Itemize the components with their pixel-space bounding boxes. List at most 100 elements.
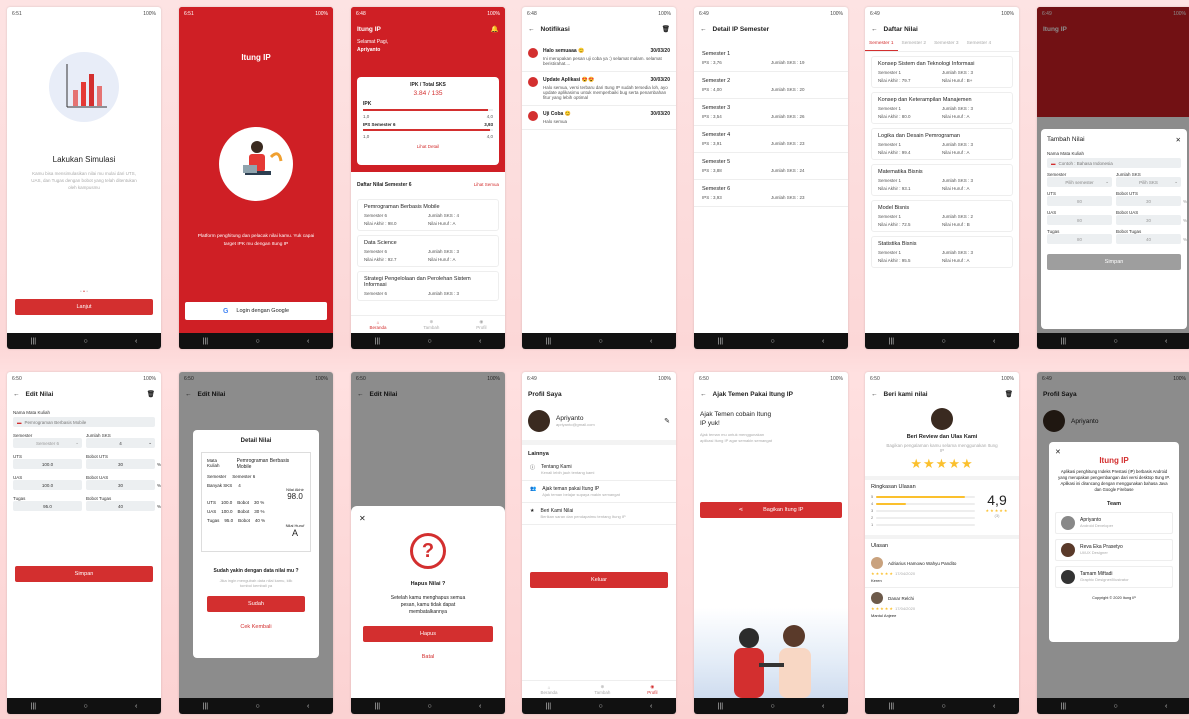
home-button[interactable]: ○ xyxy=(427,703,431,710)
home-button[interactable]: ○ xyxy=(941,703,945,710)
list-item[interactable]: Konsep Sistem dan Teknologi Informasi Sem… xyxy=(871,56,1013,88)
trash-icon[interactable]: 🗑 xyxy=(1005,390,1013,398)
home-button[interactable]: ○ xyxy=(941,338,945,345)
uts-input[interactable]: 80 xyxy=(1047,196,1112,206)
save-button[interactable]: Simpan xyxy=(15,566,153,582)
home-button[interactable]: ○ xyxy=(770,338,774,345)
home-button[interactable]: ○ xyxy=(83,703,87,710)
list-item[interactable]: Semester 3 IPS : 3,54 Jumlah SKS : 26 xyxy=(694,99,848,126)
list-item[interactable]: Semester 4 IPS : 3,91 Jumlah SKS : 23 xyxy=(694,126,848,153)
back-arrow-icon[interactable]: ← xyxy=(700,391,707,398)
home-button[interactable]: ○ xyxy=(255,703,259,710)
home-button[interactable]: ○ xyxy=(598,338,602,345)
uts-input[interactable]: 100.0 xyxy=(13,459,82,469)
back-button[interactable]: ‹ xyxy=(307,703,309,710)
nav-beranda[interactable]: ⌂ Beranda xyxy=(369,320,386,330)
confirm-button[interactable]: Sudah xyxy=(207,596,305,612)
home-button[interactable]: ○ xyxy=(1113,338,1117,345)
trash-icon[interactable]: 🗑 xyxy=(147,390,155,398)
home-button[interactable]: ○ xyxy=(255,338,259,345)
uas-input[interactable]: 80 xyxy=(1047,215,1112,225)
back-button[interactable]: ‹ xyxy=(993,338,995,345)
list-item[interactable]: Logika dan Desain Pemrograman Semester 1 J… xyxy=(871,128,1013,160)
uts-weight-input[interactable]: 30% xyxy=(86,459,161,469)
tab-semester-1[interactable]: Semester 1 xyxy=(865,37,898,51)
back-button[interactable]: ‹ xyxy=(135,338,137,345)
list-item[interactable]: Semester 2 IPS : 4,00 Jumlah SKS : 20 xyxy=(694,72,848,99)
tugas-input[interactable]: 80 xyxy=(1047,234,1112,244)
invite-friends-item[interactable]: 👥 Ajak teman pakai Itung IP Ajak teman bel… xyxy=(522,481,676,503)
back-button[interactable]: ‹ xyxy=(650,338,652,345)
home-button[interactable]: ○ xyxy=(598,703,602,710)
list-item[interactable]: Semester 1 IPS : 3,76 Jumlah SKS : 19 xyxy=(694,45,848,72)
list-item[interactable]: Pemrograman Berbasis Mobile Semester 6 Jum… xyxy=(357,199,499,231)
recheck-button[interactable]: Cek Kembali xyxy=(201,624,311,630)
back-button[interactable]: ‹ xyxy=(650,703,652,710)
recents-button[interactable]: ||| xyxy=(375,338,380,345)
nav-profil[interactable]: ◉ Profil xyxy=(476,319,486,330)
list-item[interactable]: Model Bisnis Semester 1 Jumlah SKS : 2 Nila… xyxy=(871,200,1013,232)
recents-button[interactable]: ||| xyxy=(1061,703,1066,710)
recents-button[interactable]: ||| xyxy=(31,338,36,345)
nav-tambah[interactable]: ⊕ Tambah xyxy=(594,684,610,695)
rating-stars-input[interactable]: ★★★★★ xyxy=(865,456,1019,472)
recents-button[interactable]: ||| xyxy=(203,338,208,345)
sks-select[interactable]: 4 ⌄ xyxy=(86,438,155,448)
sks-select[interactable]: Pilih SKS ⌄ xyxy=(1116,177,1181,187)
recents-button[interactable]: ||| xyxy=(718,338,723,345)
list-item[interactable]: Update Aplikasi 😍😍 30/03/20 Halo semua, ve… xyxy=(522,72,676,106)
list-item[interactable]: Halo semuaaa 😊 30/03/20 Ini merupakan pesa… xyxy=(522,43,676,72)
back-button[interactable]: ‹ xyxy=(822,703,824,710)
recents-button[interactable]: ||| xyxy=(546,703,551,710)
about-us-item[interactable]: ⓘ Tentang Kami Kenali lebih jauh tentang k… xyxy=(522,459,676,481)
list-item[interactable]: Konsep dan Keterampilan Manajemen Semeste… xyxy=(871,92,1013,124)
tugas-input[interactable]: 95.0 xyxy=(13,501,82,511)
recents-button[interactable]: ||| xyxy=(546,338,551,345)
back-arrow-icon[interactable]: ← xyxy=(13,391,20,398)
back-button[interactable]: ‹ xyxy=(1165,338,1167,345)
tab-semester-4[interactable]: Semester 4 xyxy=(963,37,996,51)
semester-select[interactable]: Pilih semester ⌄ xyxy=(1047,177,1112,187)
uas-weight-input[interactable]: 30% xyxy=(86,480,161,490)
cancel-button[interactable]: Batal xyxy=(359,654,497,660)
list-item[interactable]: Uji Coba 😊 30/03/20 Halo semua xyxy=(522,106,676,130)
trash-icon[interactable]: 🗑 xyxy=(662,25,670,33)
back-button[interactable]: ‹ xyxy=(1165,703,1167,710)
back-button[interactable]: ‹ xyxy=(993,703,995,710)
tab-semester-3[interactable]: Semester 3 xyxy=(930,37,963,51)
back-arrow-icon[interactable]: ← xyxy=(871,26,878,33)
tab-semester-2[interactable]: Semester 2 xyxy=(898,37,931,51)
see-detail-link[interactable]: Lihat Detail xyxy=(363,144,493,149)
uas-weight-input[interactable]: 30% xyxy=(1116,215,1187,225)
uas-input[interactable]: 100.0 xyxy=(13,480,82,490)
logout-button[interactable]: Keluar xyxy=(530,572,668,588)
list-item[interactable]: Statistika Bisnis Semester 1 Jumlah SKS : … xyxy=(871,236,1013,268)
list-item[interactable]: Strategi Pengelolaan dan Perolehan Siste… xyxy=(357,271,499,301)
save-button[interactable]: Simpan xyxy=(1047,254,1181,270)
back-button[interactable]: ‹ xyxy=(307,338,309,345)
back-arrow-icon[interactable]: ← xyxy=(700,26,707,33)
semester-select[interactable]: Semester 6 ⌄ xyxy=(13,438,82,448)
nav-tambah[interactable]: ⊕ Tambah xyxy=(423,319,439,330)
home-button[interactable]: ○ xyxy=(427,338,431,345)
delete-button[interactable]: Hapus xyxy=(363,626,493,642)
uts-weight-input[interactable]: 30% xyxy=(1116,196,1187,206)
course-name-input[interactable]: ▬ Contoh : Bahasa Indonesia xyxy=(1047,158,1181,168)
list-item[interactable]: Data Science Semester 6 Jumlah SKS : 3 Nila… xyxy=(357,235,499,267)
list-item[interactable]: Semester 5 IPS : 3,88 Jumlah SKS : 24 xyxy=(694,153,848,180)
close-icon[interactable]: ✕ xyxy=(359,514,497,523)
recents-button[interactable]: ||| xyxy=(718,703,723,710)
rate-us-item[interactable]: ★ Beri Kami Nilai Berikan saran dan pendap… xyxy=(522,503,676,525)
back-button[interactable]: ‹ xyxy=(135,703,137,710)
recents-button[interactable]: ||| xyxy=(375,703,380,710)
back-arrow-icon[interactable]: ← xyxy=(871,391,878,398)
course-name-input[interactable]: ▬ Pemrograman Berbasis Mobile xyxy=(13,417,155,427)
bell-icon[interactable]: 🔔 xyxy=(491,25,499,33)
close-icon[interactable]: ✕ xyxy=(1176,136,1181,144)
nav-beranda[interactable]: ⌂ Beranda xyxy=(540,685,557,695)
google-login-button[interactable]: G Login dengan Google xyxy=(185,302,327,320)
home-button[interactable]: ○ xyxy=(83,338,87,345)
tugas-weight-input[interactable]: 40% xyxy=(1116,234,1187,244)
back-button[interactable]: ‹ xyxy=(822,338,824,345)
edit-icon[interactable]: ✎ xyxy=(664,417,670,425)
